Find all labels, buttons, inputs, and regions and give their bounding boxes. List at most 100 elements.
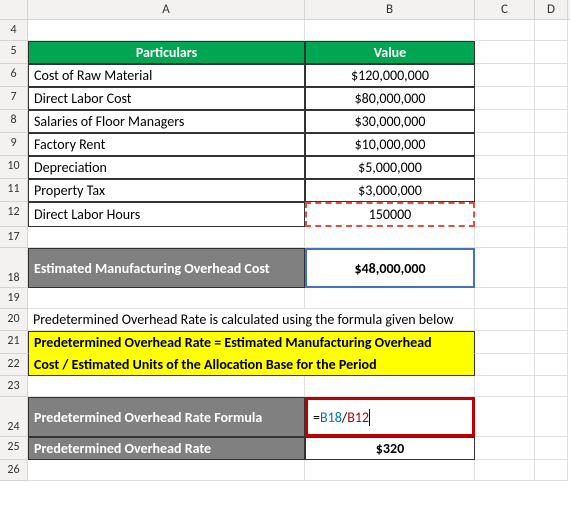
cell-D10[interactable]: [535, 156, 568, 179]
header-particulars[interactable]: Particulars: [28, 41, 305, 64]
row-header-20[interactable]: 20: [0, 309, 28, 331]
row-header-12[interactable]: 12: [0, 202, 28, 227]
row-header-6[interactable]: 6: [0, 64, 28, 87]
col-header-D[interactable]: D: [535, 0, 568, 19]
cell-C12[interactable]: [475, 202, 535, 227]
cell-D6[interactable]: [535, 64, 568, 87]
cell-C26[interactable]: [475, 460, 535, 481]
cell-A19[interactable]: [28, 288, 305, 309]
cell-D7[interactable]: [535, 87, 568, 110]
cell-B20[interactable]: [305, 309, 475, 331]
cell-B23[interactable]: [305, 376, 475, 397]
row-header-17[interactable]: 17: [0, 227, 28, 248]
cell-B26[interactable]: [305, 460, 475, 481]
corner-cell[interactable]: [0, 0, 28, 19]
cell-A26[interactable]: [28, 460, 305, 481]
cell-B19[interactable]: [305, 288, 475, 309]
label-property-tax[interactable]: Property Tax: [28, 179, 305, 202]
value-salaries[interactable]: $30,000,000: [305, 110, 475, 133]
label-rent[interactable]: Factory Rent: [28, 133, 305, 156]
value-rent[interactable]: $10,000,000: [305, 133, 475, 156]
value-depreciation[interactable]: $5,000,000: [305, 156, 475, 179]
value-overhead-cost[interactable]: $48,000,000: [305, 248, 475, 288]
note-text[interactable]: Predetermined Overhead Rate is calculate…: [28, 309, 305, 331]
row-header-11[interactable]: 11: [0, 179, 28, 202]
row-header-25[interactable]: 25: [0, 437, 28, 460]
row-header-7[interactable]: 7: [0, 87, 28, 110]
cell-C7[interactable]: [475, 87, 535, 110]
cell-B4[interactable]: [305, 20, 475, 41]
label-rate-formula[interactable]: Predetermined Overhead Rate Formula: [28, 397, 305, 437]
cell-C11[interactable]: [475, 179, 535, 202]
row-header-19[interactable]: 19: [0, 288, 28, 309]
cell-C8[interactable]: [475, 110, 535, 133]
row-header-9[interactable]: 9: [0, 133, 28, 156]
formula-banner-line2[interactable]: Cost / Estimated Units of the Allocation…: [28, 354, 475, 376]
cell-D5[interactable]: [535, 41, 568, 64]
cell-A17[interactable]: [28, 227, 305, 248]
cell-C24[interactable]: [475, 397, 535, 437]
cell-D11[interactable]: [535, 179, 568, 202]
cell-C4[interactable]: [475, 20, 535, 41]
cell-D21[interactable]: [535, 331, 568, 354]
formula-cell[interactable]: =B18/B12: [305, 397, 475, 437]
formula-ref-b18: B18: [320, 409, 342, 426]
cell-D22[interactable]: [535, 354, 568, 376]
label-raw-material[interactable]: Cost of Raw Material: [28, 64, 305, 87]
cell-D18[interactable]: [535, 248, 568, 288]
cell-A23[interactable]: [28, 376, 305, 397]
row-header-10[interactable]: 10: [0, 156, 28, 179]
row-header-22[interactable]: 22: [0, 354, 28, 376]
cell-D4[interactable]: [535, 20, 568, 41]
cell-D25[interactable]: [535, 437, 568, 460]
label-overhead-cost[interactable]: Estimated Manufacturing Overhead Cost: [28, 248, 305, 288]
row-header-18[interactable]: 18: [0, 248, 28, 288]
label-direct-labor[interactable]: Direct Labor Cost: [28, 87, 305, 110]
value-rate-result[interactable]: $320: [305, 437, 475, 460]
value-direct-labor[interactable]: $80,000,000: [305, 87, 475, 110]
cell-C9[interactable]: [475, 133, 535, 156]
cell-D20[interactable]: [535, 309, 568, 331]
col-header-A[interactable]: A: [28, 0, 305, 19]
value-raw-material[interactable]: $120,000,000: [305, 64, 475, 87]
cell-D19[interactable]: [535, 288, 568, 309]
row-header-23[interactable]: 23: [0, 376, 28, 397]
value-property-tax[interactable]: $3,000,000: [305, 179, 475, 202]
cell-C21[interactable]: [475, 331, 535, 354]
cell-C20[interactable]: [475, 309, 535, 331]
row-header-4[interactable]: 4: [0, 20, 28, 41]
cell-D8[interactable]: [535, 110, 568, 133]
col-header-B[interactable]: B: [305, 0, 475, 19]
label-salaries[interactable]: Salaries of Floor Managers: [28, 110, 305, 133]
cell-B17[interactable]: [305, 227, 475, 248]
label-labor-hours[interactable]: Direct Labor Hours: [28, 202, 305, 227]
cell-C25[interactable]: [475, 437, 535, 460]
cell-A4[interactable]: [28, 20, 305, 41]
formula-banner-line1[interactable]: Predetermined Overhead Rate = Estimated …: [28, 331, 475, 354]
row-header-24[interactable]: 24: [0, 397, 28, 437]
row-header-26[interactable]: 26: [0, 460, 28, 481]
cell-D24[interactable]: [535, 397, 568, 437]
cell-C10[interactable]: [475, 156, 535, 179]
col-header-C[interactable]: C: [475, 0, 535, 19]
spreadsheet: A B C D 4 5 Particulars Value 6 Cost of …: [0, 0, 570, 481]
label-depreciation[interactable]: Depreciation: [28, 156, 305, 179]
label-rate-result[interactable]: Predetermined Overhead Rate: [28, 437, 305, 460]
cell-D26[interactable]: [535, 460, 568, 481]
cell-D23[interactable]: [535, 376, 568, 397]
cell-C22[interactable]: [475, 354, 535, 376]
cell-D12[interactable]: [535, 202, 568, 227]
cell-C5[interactable]: [475, 41, 535, 64]
cell-C23[interactable]: [475, 376, 535, 397]
cell-C18[interactable]: [475, 248, 535, 288]
row-header-8[interactable]: 8: [0, 110, 28, 133]
cell-C19[interactable]: [475, 288, 535, 309]
cell-C6[interactable]: [475, 64, 535, 87]
cell-D17[interactable]: [535, 227, 568, 248]
row-header-21[interactable]: 21: [0, 331, 28, 354]
header-value[interactable]: Value: [305, 41, 475, 64]
cell-D9[interactable]: [535, 133, 568, 156]
cell-C17[interactable]: [475, 227, 535, 248]
row-header-5[interactable]: 5: [0, 41, 28, 64]
value-labor-hours[interactable]: 150000: [305, 202, 475, 227]
